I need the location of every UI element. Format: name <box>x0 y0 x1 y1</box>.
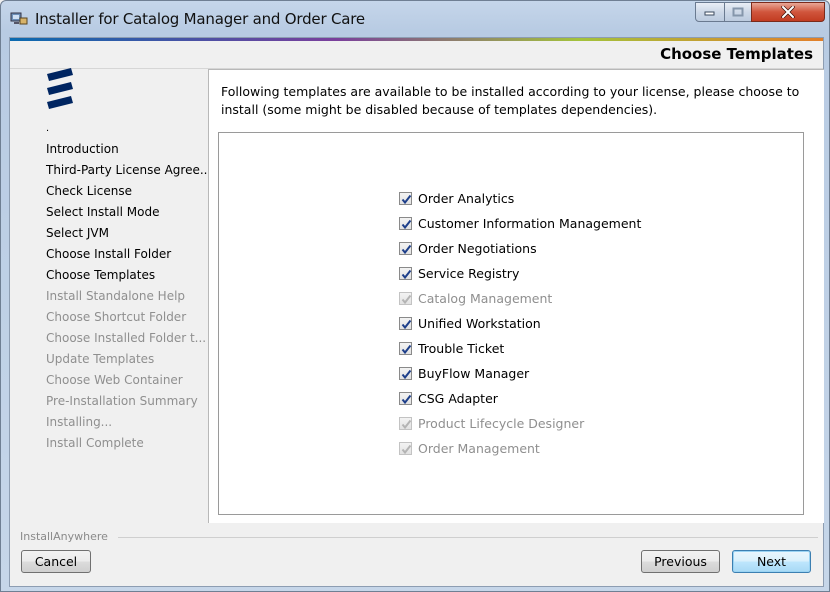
step-item: Choose Web Container <box>46 373 183 387</box>
cancel-button[interactable]: Cancel <box>21 550 91 573</box>
template-checkbox-row: Order Management <box>399 439 540 457</box>
template-label: Order Management <box>418 440 540 456</box>
step-item: Pre-Installation Summary <box>46 394 198 408</box>
template-checkbox[interactable] <box>399 391 412 405</box>
previous-button[interactable]: Previous <box>641 550 720 573</box>
template-checkbox <box>399 416 412 430</box>
checkmark-icon <box>401 369 412 379</box>
close-button[interactable] <box>751 2 825 22</box>
installanywhere-brand: InstallAnywhere <box>20 530 108 543</box>
page-title: Choose Templates <box>660 45 813 63</box>
step-item: Check License <box>46 184 132 198</box>
template-checkbox-row: Product Lifecycle Designer <box>399 414 584 432</box>
template-checkbox[interactable] <box>399 366 412 380</box>
checkmark-icon <box>401 219 412 229</box>
checkmark-icon <box>401 319 412 329</box>
template-checkbox <box>399 291 412 305</box>
template-checkbox-row[interactable]: Order Analytics <box>399 189 514 207</box>
minimize-button[interactable] <box>695 2 725 22</box>
step-item: Introduction <box>46 142 119 156</box>
checkmark-icon <box>401 269 412 279</box>
step-item: Choose Install Folder <box>46 247 172 261</box>
template-checkbox-row[interactable]: CSG Adapter <box>399 389 498 407</box>
template-checkbox-row[interactable]: Order Negotiations <box>399 239 537 257</box>
template-checkbox-row[interactable]: Unified Workstation <box>399 314 541 332</box>
window-title: Installer for Catalog Manager and Order … <box>35 10 365 28</box>
template-checkbox[interactable] <box>399 341 412 355</box>
checkmark-icon <box>401 244 412 254</box>
template-checkbox <box>399 441 412 455</box>
installer-window: Installer for Catalog Manager and Order … <box>0 0 830 592</box>
installer-content: Choose Templates . Introduction Third-Par… <box>9 37 824 587</box>
step-item: Installing... <box>46 415 113 429</box>
step-list: Introduction Third-Party License Agree...… <box>46 142 211 457</box>
footer-divider <box>118 537 818 538</box>
template-label: CSG Adapter <box>418 390 498 406</box>
template-label: Trouble Ticket <box>418 340 505 356</box>
intro-text: Following templates are available to be … <box>221 84 800 117</box>
checkmark-icon <box>401 194 412 204</box>
ericsson-logo <box>47 68 73 109</box>
minimize-icon <box>704 11 715 16</box>
template-label: Service Registry <box>418 265 520 281</box>
template-checkbox-row: Catalog Management <box>399 289 552 307</box>
step-item: Select Install Mode <box>46 205 160 219</box>
template-label: Customer Information Management <box>418 215 642 231</box>
template-label: Catalog Management <box>418 290 553 306</box>
step-item: Choose Shortcut Folder <box>46 310 187 324</box>
step-item: Update Templates <box>46 352 155 366</box>
step-item: Choose Installed Folder t... <box>46 331 207 345</box>
next-button[interactable]: Next <box>732 550 811 573</box>
main-panel: Following templates are available to be … <box>208 69 824 523</box>
sidebar-marker: . <box>46 122 50 134</box>
accent-bar <box>10 38 823 41</box>
templates-list: Order Analytics Customer Information Mana… <box>218 132 804 515</box>
title-bar[interactable]: Installer for Catalog Manager and Order … <box>1 1 829 35</box>
checkmark-icon <box>401 294 412 304</box>
checkmark-icon <box>401 419 412 429</box>
template-label: Unified Workstation <box>418 315 541 331</box>
template-label: Product Lifecycle Designer <box>418 415 585 431</box>
template-checkbox-row[interactable]: Customer Information Management <box>399 214 641 232</box>
template-checkbox-row[interactable]: Service Registry <box>399 264 519 282</box>
close-icon <box>781 6 795 18</box>
template-checkbox[interactable] <box>399 241 412 255</box>
template-checkbox[interactable] <box>399 191 412 205</box>
step-item: Install Complete <box>46 436 144 450</box>
step-item: Third-Party License Agree... <box>46 163 212 177</box>
template-checkbox-row[interactable]: BuyFlow Manager <box>399 364 529 382</box>
template-checkbox[interactable] <box>399 216 412 230</box>
template-checkbox[interactable] <box>399 266 412 280</box>
template-checkbox[interactable] <box>399 316 412 330</box>
maximize-icon <box>732 7 744 17</box>
step-item: Choose Templates <box>46 268 156 282</box>
checkmark-icon <box>401 394 412 404</box>
template-label: Order Negotiations <box>418 240 537 256</box>
step-item: Install Standalone Help <box>46 289 186 303</box>
checkmark-icon <box>401 344 412 354</box>
template-checkbox-row[interactable]: Trouble Ticket <box>399 339 504 357</box>
installer-icon <box>10 12 28 25</box>
step-item: Select JVM <box>46 226 109 240</box>
checkmark-icon <box>401 444 412 454</box>
template-label: BuyFlow Manager <box>418 365 530 381</box>
template-label: Order Analytics <box>418 190 515 206</box>
maximize-button[interactable] <box>724 2 752 22</box>
